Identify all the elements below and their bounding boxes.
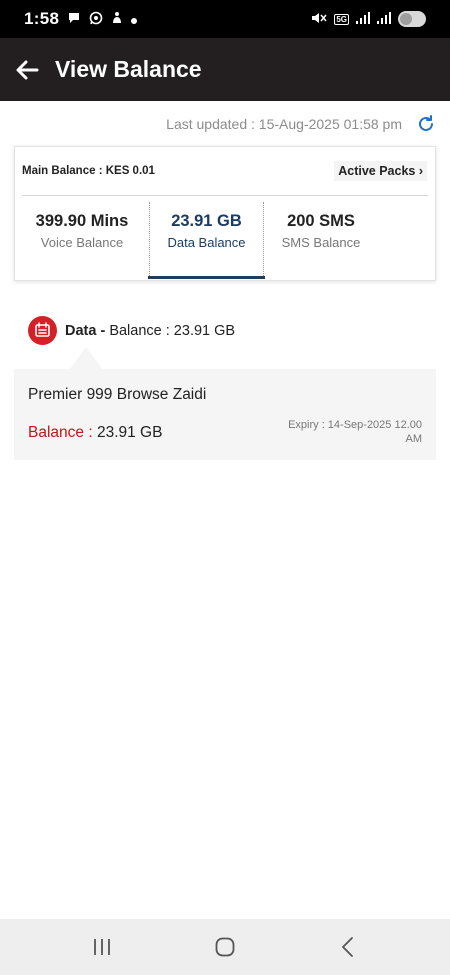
active-packs-link[interactable]: Active Packs › [334, 161, 427, 181]
data-balance-value: 23.91 GB [171, 212, 242, 230]
status-time: 1:58 [24, 9, 60, 28]
refresh-icon[interactable] [416, 114, 436, 134]
notification-icon [111, 11, 123, 27]
data-pack-icon [28, 316, 57, 345]
last-updated-row: Last updated : 15-Aug-2025 01:58 pm [166, 114, 436, 134]
pack-card: Premier 999 Browse Zaidi Balance : 23.91… [14, 369, 436, 460]
data-section-title: Data - Balance : 23.91 GB [65, 323, 235, 339]
pack-expiry: Expiry : 14-Sep-2025 12.00 AM [288, 419, 422, 445]
status-bar: 1:58 5G [0, 0, 450, 38]
last-updated-text: Last updated : 15-Aug-2025 01:58 pm [166, 116, 402, 132]
app-bar: View Balance [0, 38, 450, 101]
signal-icon-1 [356, 12, 370, 26]
home-icon [215, 937, 235, 957]
data-section-header: Data - Balance : 23.91 GB [28, 316, 235, 345]
recent-apps-button[interactable] [82, 932, 122, 962]
data-balance-label: Data Balance [167, 235, 246, 250]
tab-data-balance[interactable]: 23.91 GB Data Balance [149, 202, 264, 278]
back-icon [342, 937, 354, 957]
network-type: 5G [334, 13, 349, 25]
whatsapp-icon [89, 11, 103, 27]
tab-voice-balance[interactable]: 399.90 Mins Voice Balance [15, 196, 149, 278]
system-nav-bar [0, 919, 450, 975]
data-section-title-bold: Data - [65, 322, 106, 339]
voice-balance-label: Voice Balance [40, 235, 124, 250]
recent-apps-icon [93, 939, 110, 955]
balance-summary-card: Main Balance : KES 0.01 Active Packs › 3… [14, 146, 436, 281]
sms-balance-label: SMS Balance [281, 235, 361, 250]
arrow-left-icon [16, 60, 39, 79]
pack-balance-value: 23.91 GB [92, 424, 163, 441]
sms-balance-value: 200 SMS [287, 212, 355, 230]
main-balance: Main Balance : KES 0.01 [22, 165, 155, 177]
pack-pointer [70, 347, 102, 369]
voice-balance-value: 399.90 Mins [35, 212, 129, 230]
balance-tabs: 399.90 Mins Voice Balance 23.91 GB Data … [15, 196, 435, 279]
pack-name: Premier 999 Browse Zaidi [28, 386, 207, 403]
tab-sms-balance[interactable]: 200 SMS SMS Balance [264, 196, 378, 278]
active-tab-indicator [148, 276, 265, 279]
page-title: View Balance [55, 56, 202, 82]
back-button[interactable] [14, 57, 40, 83]
mute-icon [311, 11, 327, 27]
pack-balance-label: Balance : [28, 424, 93, 441]
dot-icon [131, 13, 138, 26]
signal-icon-2 [377, 12, 391, 26]
pack-balance: Balance : 23.91 GB [28, 424, 162, 442]
battery-icon [398, 11, 426, 27]
system-back-button[interactable] [328, 932, 368, 962]
chat-bubble-icon [67, 11, 81, 27]
home-button[interactable] [205, 932, 245, 962]
data-section-title-balance: Balance : 23.91 GB [105, 322, 236, 339]
